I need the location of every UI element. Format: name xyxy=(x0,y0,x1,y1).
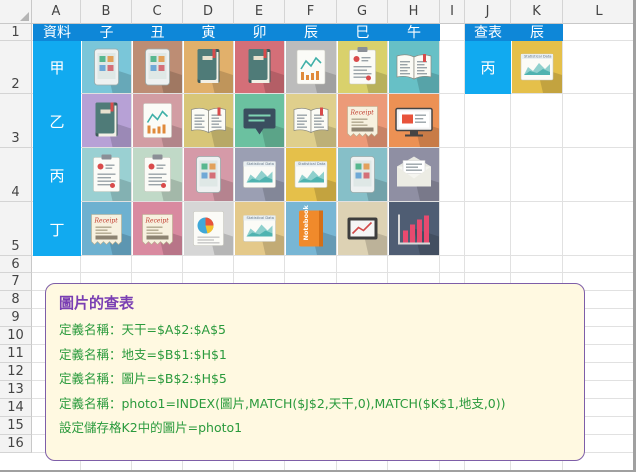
svg-text:Notebook: Notebook xyxy=(302,204,310,240)
statistical-report-icon: Statistical Data xyxy=(512,41,562,93)
cell-a5-stem[interactable]: 丁 xyxy=(33,202,81,256)
cell-a2-stem[interactable]: 甲 xyxy=(33,41,81,94)
column-header-a[interactable]: A xyxy=(32,0,81,24)
book-icon[interactable] xyxy=(184,41,233,93)
notepad-icon[interactable] xyxy=(338,41,387,93)
row-header-12[interactable]: 12 xyxy=(0,363,32,381)
row-header-9[interactable]: 9 xyxy=(0,309,32,327)
tablet-icon[interactable] xyxy=(184,148,233,201)
row-header-3[interactable]: 3 xyxy=(0,94,32,148)
receipt-icon[interactable]: Receipt xyxy=(338,94,387,147)
column-header-h[interactable]: H xyxy=(388,0,440,24)
svg-text:Statistical Data: Statistical Data xyxy=(247,216,274,220)
book-icon[interactable] xyxy=(82,94,131,147)
tablet-icon[interactable] xyxy=(338,148,387,201)
note-title: 圖片的查表 xyxy=(59,294,135,312)
row-header-2[interactable]: 2 xyxy=(0,41,32,94)
cell-e1-header[interactable]: 卯 xyxy=(234,24,285,41)
row-header-8[interactable]: 8 xyxy=(0,291,32,309)
column-header-f[interactable]: F xyxy=(285,0,337,24)
row-header-4[interactable]: 4 xyxy=(0,148,32,202)
column-header-l[interactable]: L xyxy=(563,0,636,24)
row-header-16[interactable]: 16 xyxy=(0,435,32,453)
tablet-icon[interactable] xyxy=(82,41,131,93)
cell-a4-stem[interactable]: 丙 xyxy=(33,148,81,202)
cell-j1-lookup-header[interactable]: 查表 xyxy=(465,24,511,41)
cell-d1-header[interactable]: 寅 xyxy=(183,24,234,41)
row-header-7[interactable]: 7 xyxy=(0,273,32,291)
cell-a1-header[interactable]: 資料 xyxy=(33,24,81,41)
column-header-b[interactable]: B xyxy=(81,0,132,24)
statistical-report-icon[interactable]: Statistical Data xyxy=(235,148,284,201)
gridline xyxy=(32,255,636,256)
bar-chart-icon[interactable] xyxy=(389,202,439,255)
monitor-icon[interactable] xyxy=(389,94,439,147)
column-header-j[interactable]: J xyxy=(465,0,511,24)
chart-document-icon[interactable] xyxy=(133,94,182,147)
open-book-icon[interactable] xyxy=(389,41,439,93)
note-line-4: 定義名稱：photo1=INDEX(圖片,MATCH($J$2,天干,0),MA… xyxy=(59,395,506,411)
explanation-textbox[interactable]: 圖片的查表 定義名稱：天干=$A$2:$A$5 定義名稱：地支=$B$1:$H$… xyxy=(45,283,585,461)
chat-icon[interactable] xyxy=(235,94,284,147)
cell-k2-lookup-picture[interactable]: Statistical Data xyxy=(512,41,562,93)
receipt-icon[interactable]: Receipt xyxy=(82,202,131,255)
row-header-14[interactable]: 14 xyxy=(0,399,32,417)
cell-b1-header[interactable]: 子 xyxy=(81,24,132,41)
note-line-3: 定義名稱：圖片=$B$2:$H$5 xyxy=(59,371,227,386)
column-header-e[interactable]: E xyxy=(234,0,285,24)
statistical-report-icon[interactable]: Statistical Data xyxy=(235,202,284,255)
open-book-icon[interactable] xyxy=(184,94,233,147)
row-header-5[interactable]: 5 xyxy=(0,202,32,256)
receipt-icon[interactable]: Receipt xyxy=(133,202,182,255)
note-line-1: 定義名稱：天干=$A$2:$A$5 xyxy=(59,322,227,337)
row-header-6[interactable]: 6 xyxy=(0,256,32,273)
notepad-icon[interactable] xyxy=(133,148,182,201)
notebook-icon[interactable]: Notebook xyxy=(286,202,336,255)
pie-chart-report-icon[interactable] xyxy=(184,202,233,255)
cell-h1-header[interactable]: 午 xyxy=(388,24,440,41)
row-header-11[interactable]: 11 xyxy=(0,345,32,363)
tablet-icon[interactable] xyxy=(133,41,182,93)
row-header-10[interactable]: 10 xyxy=(0,327,32,345)
column-header-d[interactable]: D xyxy=(183,0,234,24)
row-header-13[interactable]: 13 xyxy=(0,381,32,399)
row-header-15[interactable]: 15 xyxy=(0,417,32,435)
chart-document-icon[interactable] xyxy=(286,41,336,93)
svg-text:Statistical Data: Statistical Data xyxy=(524,55,551,59)
column-header-g[interactable]: G xyxy=(337,0,388,24)
open-book-icon[interactable] xyxy=(286,94,336,147)
select-all-corner[interactable] xyxy=(0,0,32,24)
cell-g1-header[interactable]: 巳 xyxy=(337,24,388,41)
row-header-1[interactable]: 1 xyxy=(0,24,32,41)
svg-text:Receipt: Receipt xyxy=(350,110,375,117)
column-header-k[interactable]: K xyxy=(511,0,563,24)
notepad-icon[interactable] xyxy=(82,148,131,201)
cell-c1-header[interactable]: 丑 xyxy=(132,24,183,41)
gridline xyxy=(32,272,636,273)
tablet-chart-icon[interactable] xyxy=(338,202,387,255)
cell-f1-header[interactable]: 辰 xyxy=(285,24,337,41)
svg-text:Statistical Data: Statistical Data xyxy=(298,162,325,166)
cell-k1-selected-branch[interactable]: 辰 xyxy=(511,24,563,41)
statistical-report-icon[interactable]: Statistical Data xyxy=(286,148,336,201)
svg-text:Statistical Data: Statistical Data xyxy=(247,162,274,166)
svg-text:Receipt: Receipt xyxy=(145,218,170,225)
cell-a3-stem[interactable]: 乙 xyxy=(33,94,81,148)
svg-text:Receipt: Receipt xyxy=(94,218,119,225)
column-header-i[interactable]: I xyxy=(440,0,465,24)
cell-j2-selected-stem[interactable]: 丙 xyxy=(465,41,511,94)
note-line-5: 設定儲存格K2中的圖片=photo1 xyxy=(59,420,243,435)
note-line-2: 定義名稱：地支=$B$1:$H$1 xyxy=(59,346,227,362)
column-header-c[interactable]: C xyxy=(132,0,183,24)
book-icon[interactable] xyxy=(235,41,284,93)
envelope-icon[interactable] xyxy=(389,148,439,201)
spreadsheet-grid[interactable]: A B C D E F G H I J K L 1 2 3 4 5 6 7 8 … xyxy=(0,0,636,472)
